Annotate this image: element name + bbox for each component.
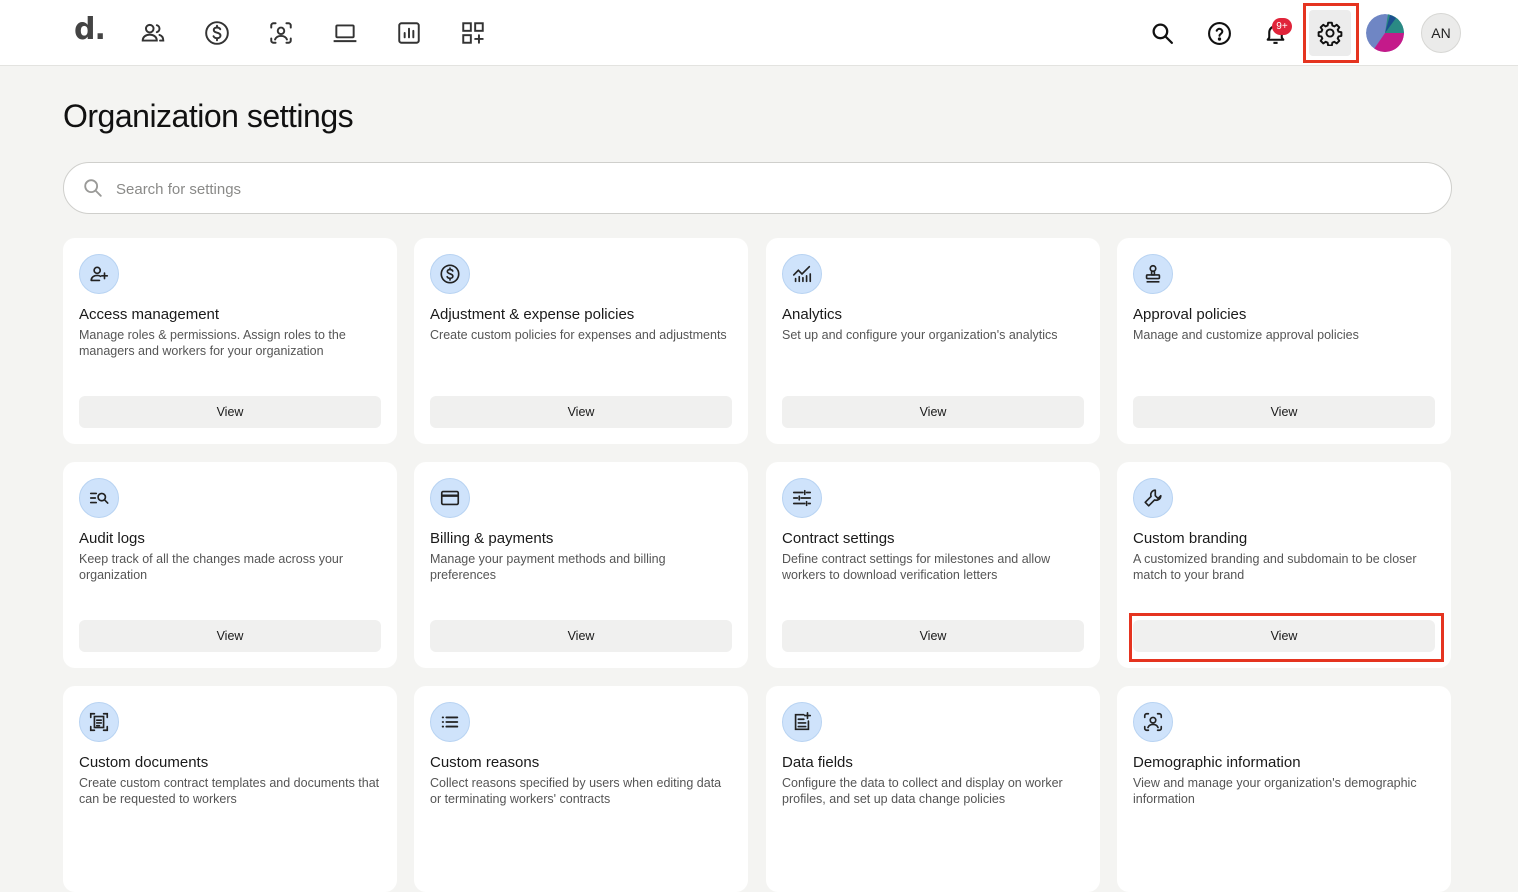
card-description: Configure the data to collect and displa… [782, 776, 1063, 806]
card-adjustment-expense-policies: Adjustment & expense policies Create cus… [414, 238, 748, 444]
card-access-management: Access management Manage roles & permiss… [63, 238, 397, 444]
settings-highlight-box [1303, 3, 1359, 63]
view-button[interactable]: View [79, 620, 381, 652]
note-add-icon [782, 702, 822, 742]
card-custom-documents: Custom documents Create custom contract … [63, 686, 397, 892]
settings-search-bar[interactable] [63, 162, 1452, 214]
card-description: Manage your payment methods and billing … [430, 552, 666, 582]
search-icon[interactable] [1146, 17, 1178, 49]
person-focus-icon [1133, 702, 1173, 742]
help-icon[interactable] [1203, 17, 1235, 49]
bullet-list-icon [430, 702, 470, 742]
card-audit-logs: Audit logs Keep track of all the changes… [63, 462, 397, 668]
stamp-icon [1133, 254, 1173, 294]
report-icon[interactable] [393, 17, 425, 49]
wrench-icon [1133, 478, 1173, 518]
view-button[interactable]: View [782, 396, 1084, 428]
search-input[interactable] [116, 175, 1416, 203]
card-custom-reasons: Custom reasons Collect reasons specified… [414, 686, 748, 892]
card-title: Audit logs [79, 530, 145, 547]
card-description: Collect reasons specified by users when … [430, 776, 722, 806]
list-search-icon [79, 478, 119, 518]
card-description: Set up and configure your organization's… [782, 328, 1058, 342]
card-contract-settings: Contract settings Define contract settin… [766, 462, 1100, 668]
card-title: Analytics [782, 306, 843, 323]
view-button[interactable]: View [1133, 396, 1435, 428]
top-navigation-bar: d. 9+ AN [0, 0, 1518, 66]
card-description: Define contract settings for milestones … [782, 552, 1051, 582]
view-button[interactable]: View [782, 620, 1084, 652]
apps-add-icon[interactable] [457, 17, 489, 49]
credit-card-icon [430, 478, 470, 518]
sliders-icon [782, 478, 822, 518]
document-frame-icon [79, 702, 119, 742]
card-title: Demographic information [1133, 754, 1301, 771]
view-button-highlight-box [1129, 613, 1444, 662]
view-button[interactable]: View [430, 620, 732, 652]
card-billing-payments: Billing & payments Manage your payment m… [414, 462, 748, 668]
card-description: A customized branding and subdomain to b… [1133, 552, 1417, 582]
card-approval-policies: Approval policies Manage and customize a… [1117, 238, 1451, 444]
card-title: Access management [79, 306, 220, 323]
card-description: Manage and customize approval policies [1133, 328, 1359, 342]
card-analytics: Analytics Set up and configure your orga… [766, 238, 1100, 444]
person-focus-icon[interactable] [265, 17, 297, 49]
app-logo[interactable]: d. [74, 12, 106, 47]
card-description: Create custom contract templates and doc… [79, 776, 380, 806]
card-title: Approval policies [1133, 306, 1247, 323]
card-title: Contract settings [782, 530, 895, 547]
card-description: Keep track of all the changes made acros… [79, 552, 344, 582]
search-icon [84, 179, 102, 197]
card-data-fields: Data fields Configure the data to collec… [766, 686, 1100, 892]
card-title: Custom reasons [430, 754, 540, 771]
people-icon[interactable] [137, 17, 169, 49]
dollar-icon[interactable] [201, 17, 233, 49]
laptop-icon[interactable] [329, 17, 361, 49]
user-add-icon [79, 254, 119, 294]
card-description: Create custom policies for expenses and … [430, 328, 727, 342]
dollar-icon [430, 254, 470, 294]
card-title: Custom branding [1133, 530, 1248, 547]
notification-badge: 9+ [1272, 18, 1292, 35]
analytics-icon [782, 254, 822, 294]
view-button[interactable]: View [430, 396, 732, 428]
card-title: Adjustment & expense policies [430, 306, 635, 323]
organization-avatar[interactable] [1366, 14, 1404, 52]
view-button[interactable]: View [79, 396, 381, 428]
page-title: Organization settings [63, 98, 354, 134]
user-avatar[interactable]: AN [1421, 13, 1461, 53]
card-demographic-information: Demographic information View and manage … [1117, 686, 1451, 892]
card-description: View and manage your organization's demo… [1133, 776, 1417, 806]
card-title: Custom documents [79, 754, 209, 771]
card-title: Data fields [782, 754, 853, 771]
card-title: Billing & payments [430, 530, 554, 547]
card-description: Manage roles & permissions. Assign roles… [79, 328, 346, 358]
